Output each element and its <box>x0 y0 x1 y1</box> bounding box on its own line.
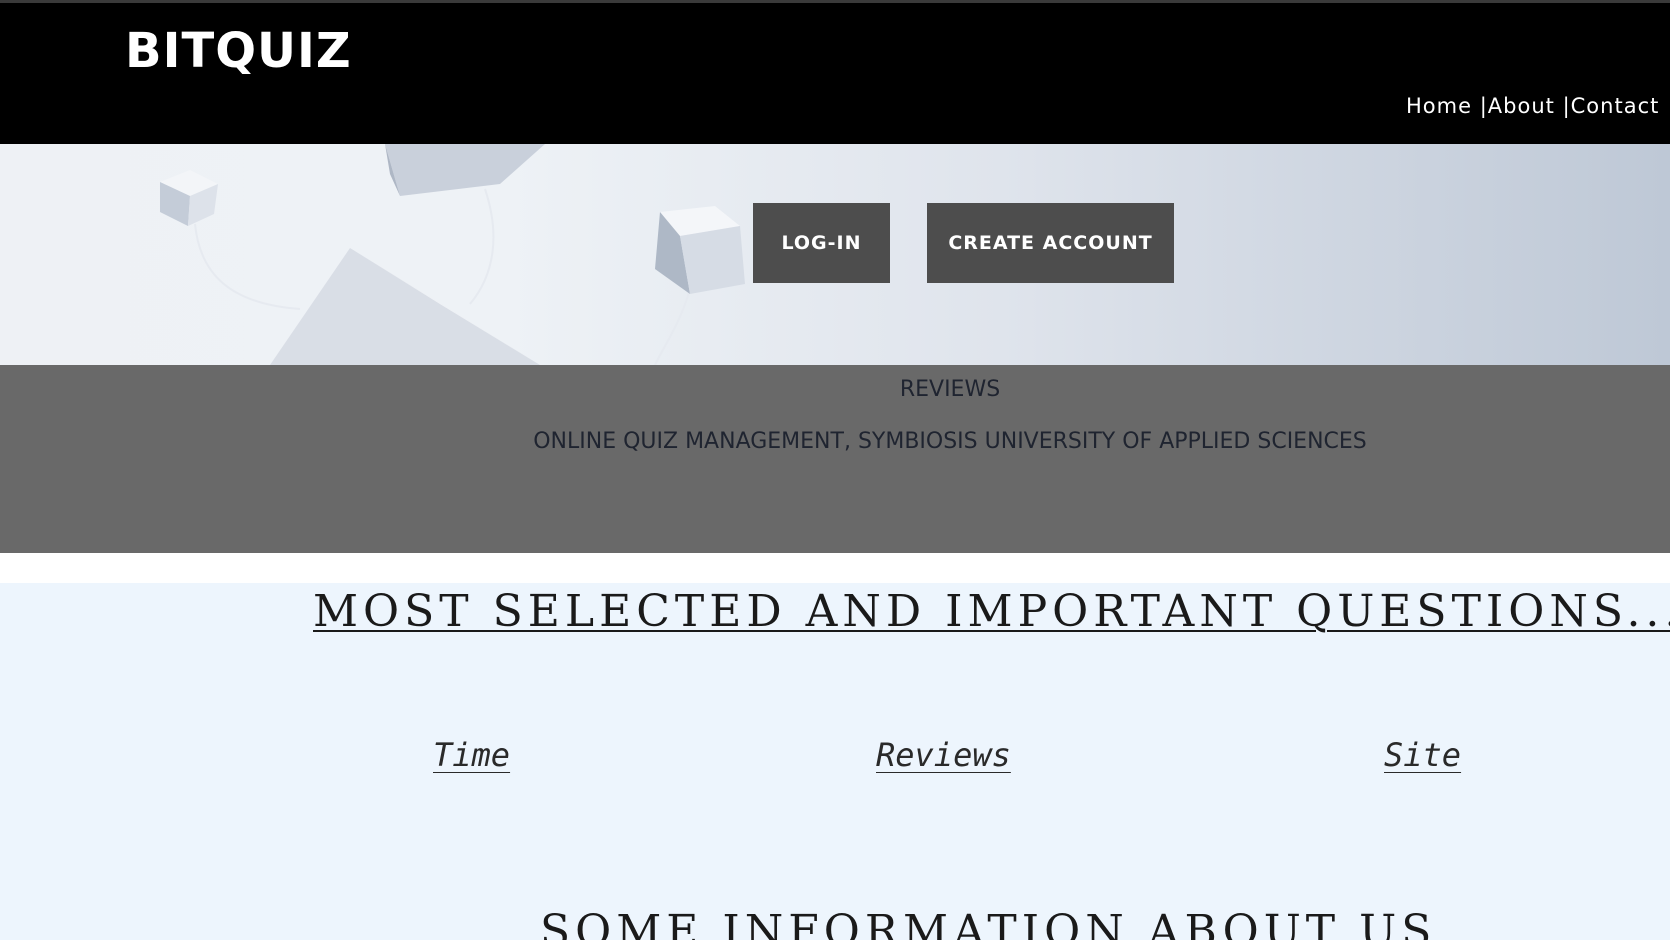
login-button[interactable]: LOG-IN <box>753 203 890 283</box>
reviews-link[interactable]: Reviews <box>876 733 1011 777</box>
time-link[interactable]: Time <box>433 733 510 777</box>
questions-heading: MOST SELECTED AND IMPORTANT QUESTIONS...… <box>313 586 1670 637</box>
create-account-button[interactable]: CREATE ACCOUNT <box>927 203 1174 283</box>
nav-separator: | <box>1562 94 1571 118</box>
questions-section: MOST SELECTED AND IMPORTANT QUESTIONS...… <box>0 583 1670 940</box>
reviews-subtitle: ONLINE QUIZ MANAGEMENT, SYMBIOSIS UNIVER… <box>533 429 1367 454</box>
hero-banner: LOG-IN CREATE ACCOUNT <box>0 144 1670 365</box>
info-heading: SOME INFORMATION ABOUT US <box>540 906 1437 940</box>
reviews-section: REVIEWS ONLINE QUIZ MANAGEMENT, SYMBIOSI… <box>0 365 1670 553</box>
nav-separator: | <box>1479 94 1488 118</box>
nav-link-home[interactable]: Home <box>1406 94 1472 118</box>
site-logo[interactable]: BITQUIZ <box>125 19 352 83</box>
site-header: BITQUIZ Home |About |Contact <box>0 3 1670 144</box>
site-link[interactable]: Site <box>1384 733 1461 777</box>
main-nav: Home |About |Contact <box>1406 89 1670 123</box>
section-divider <box>0 553 1670 583</box>
reviews-title: REVIEWS <box>899 377 1001 402</box>
nav-link-contact[interactable]: Contact <box>1571 94 1660 118</box>
nav-link-about[interactable]: About <box>1488 94 1555 118</box>
